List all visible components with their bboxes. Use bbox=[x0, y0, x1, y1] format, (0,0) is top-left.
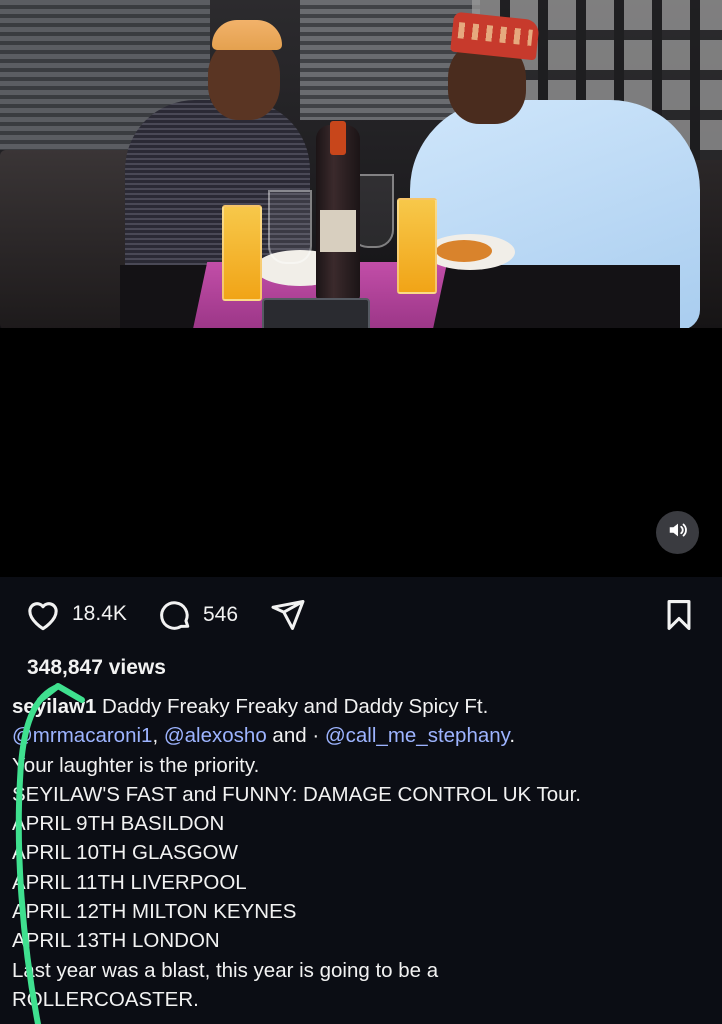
caption-separator: . bbox=[509, 724, 516, 748]
audio-toggle-button[interactable] bbox=[656, 511, 699, 554]
mention-link[interactable]: @call_me_stephany bbox=[325, 724, 510, 747]
like-button[interactable]: 18.4K bbox=[24, 597, 127, 631]
caption-line: APRIL 9TH BASILDON bbox=[12, 812, 225, 836]
save-button[interactable] bbox=[662, 597, 696, 633]
caption-line: APRIL 12TH MILTON KEYNES bbox=[12, 900, 297, 924]
caption-line: Your laughter is the priority. bbox=[12, 753, 260, 777]
post-actions-bar: 18.4K 546 bbox=[0, 591, 722, 643]
caption-line: ROLLERCOASTER. bbox=[12, 987, 199, 1011]
caption-line: APRIL 11TH LIVERPOOL bbox=[12, 870, 247, 894]
caption-separator: , bbox=[152, 724, 164, 748]
mention-link[interactable]: @alexosho bbox=[164, 724, 267, 747]
caption-separator: and · bbox=[266, 724, 325, 748]
caption-first-line: seyilaw1 Daddy Freaky Freaky and Daddy S… bbox=[12, 692, 712, 721]
comment-bubble-icon bbox=[157, 597, 193, 633]
speaker-icon bbox=[667, 519, 689, 546]
comment-count[interactable]: 546 bbox=[203, 603, 238, 627]
video-frame-image bbox=[0, 0, 722, 328]
paper-plane-icon bbox=[270, 597, 306, 633]
post-caption: seyilaw1 Daddy Freaky Freaky and Daddy S… bbox=[12, 692, 712, 1014]
comment-button[interactable]: 546 bbox=[157, 597, 238, 633]
heart-icon bbox=[24, 597, 62, 631]
caption-line: APRIL 10TH GLASGOW bbox=[12, 841, 238, 865]
mention-link[interactable]: @mrmacaroni1 bbox=[12, 724, 152, 747]
caption-username[interactable]: seyilaw1 bbox=[12, 695, 96, 718]
video-player[interactable] bbox=[0, 0, 722, 577]
caption-line: SEYILAW'S FAST and FUNNY: DAMAGE CONTROL… bbox=[12, 782, 581, 806]
share-button[interactable] bbox=[270, 597, 306, 633]
like-count[interactable]: 18.4K bbox=[72, 602, 127, 626]
caption-mentions-line: @mrmacaroni1, @alexosho and · @call_me_s… bbox=[12, 721, 712, 750]
caption-line: APRIL 13TH LONDON bbox=[12, 929, 220, 953]
view-count: 348,847 views bbox=[27, 656, 166, 679]
instagram-post-view: 18.4K 546 348,847 views seyilaw1 Daddy F… bbox=[0, 0, 722, 1024]
bookmark-icon bbox=[662, 597, 696, 633]
caption-title: Daddy Freaky Freaky and Daddy Spicy Ft. bbox=[96, 695, 489, 718]
caption-line: Last year was a blast, this year is goin… bbox=[12, 958, 439, 982]
